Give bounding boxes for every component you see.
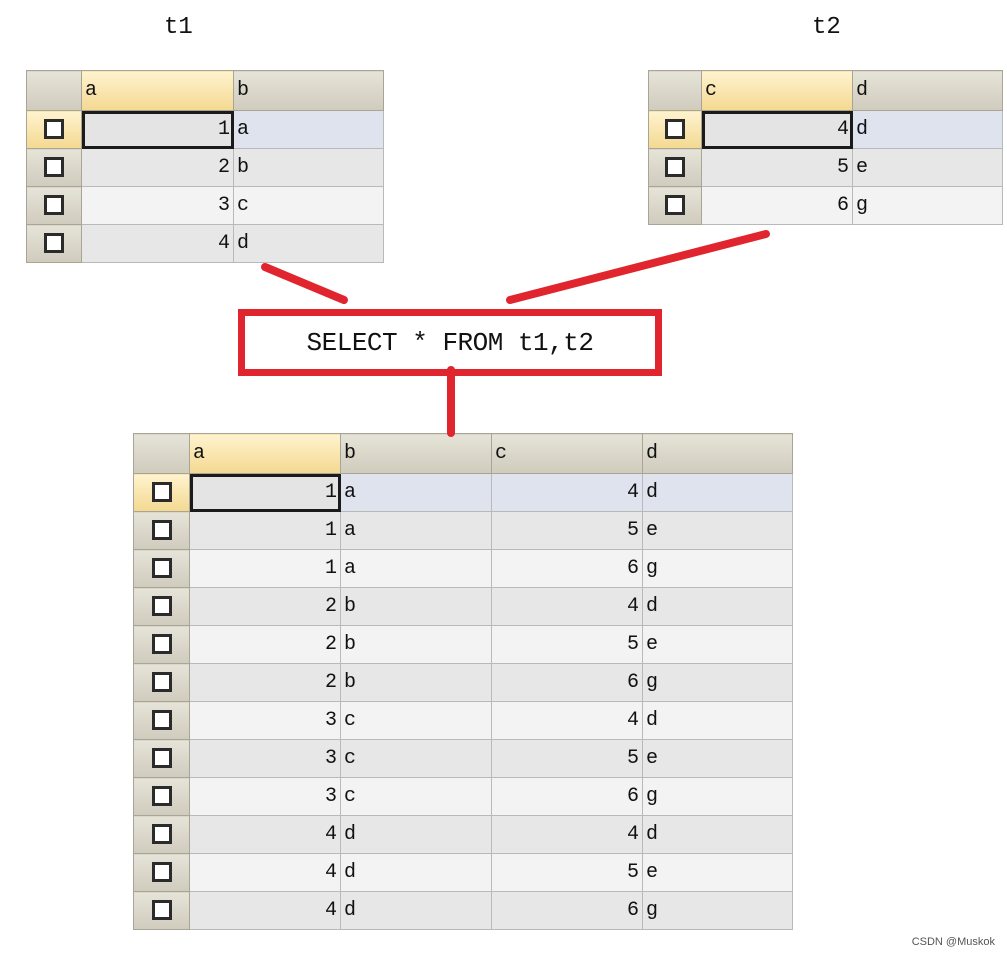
connector-lines xyxy=(261,230,770,437)
connector-t2 xyxy=(506,230,770,304)
connector-t1 xyxy=(261,263,348,304)
watermark: CSDN @Muskok xyxy=(911,936,995,948)
